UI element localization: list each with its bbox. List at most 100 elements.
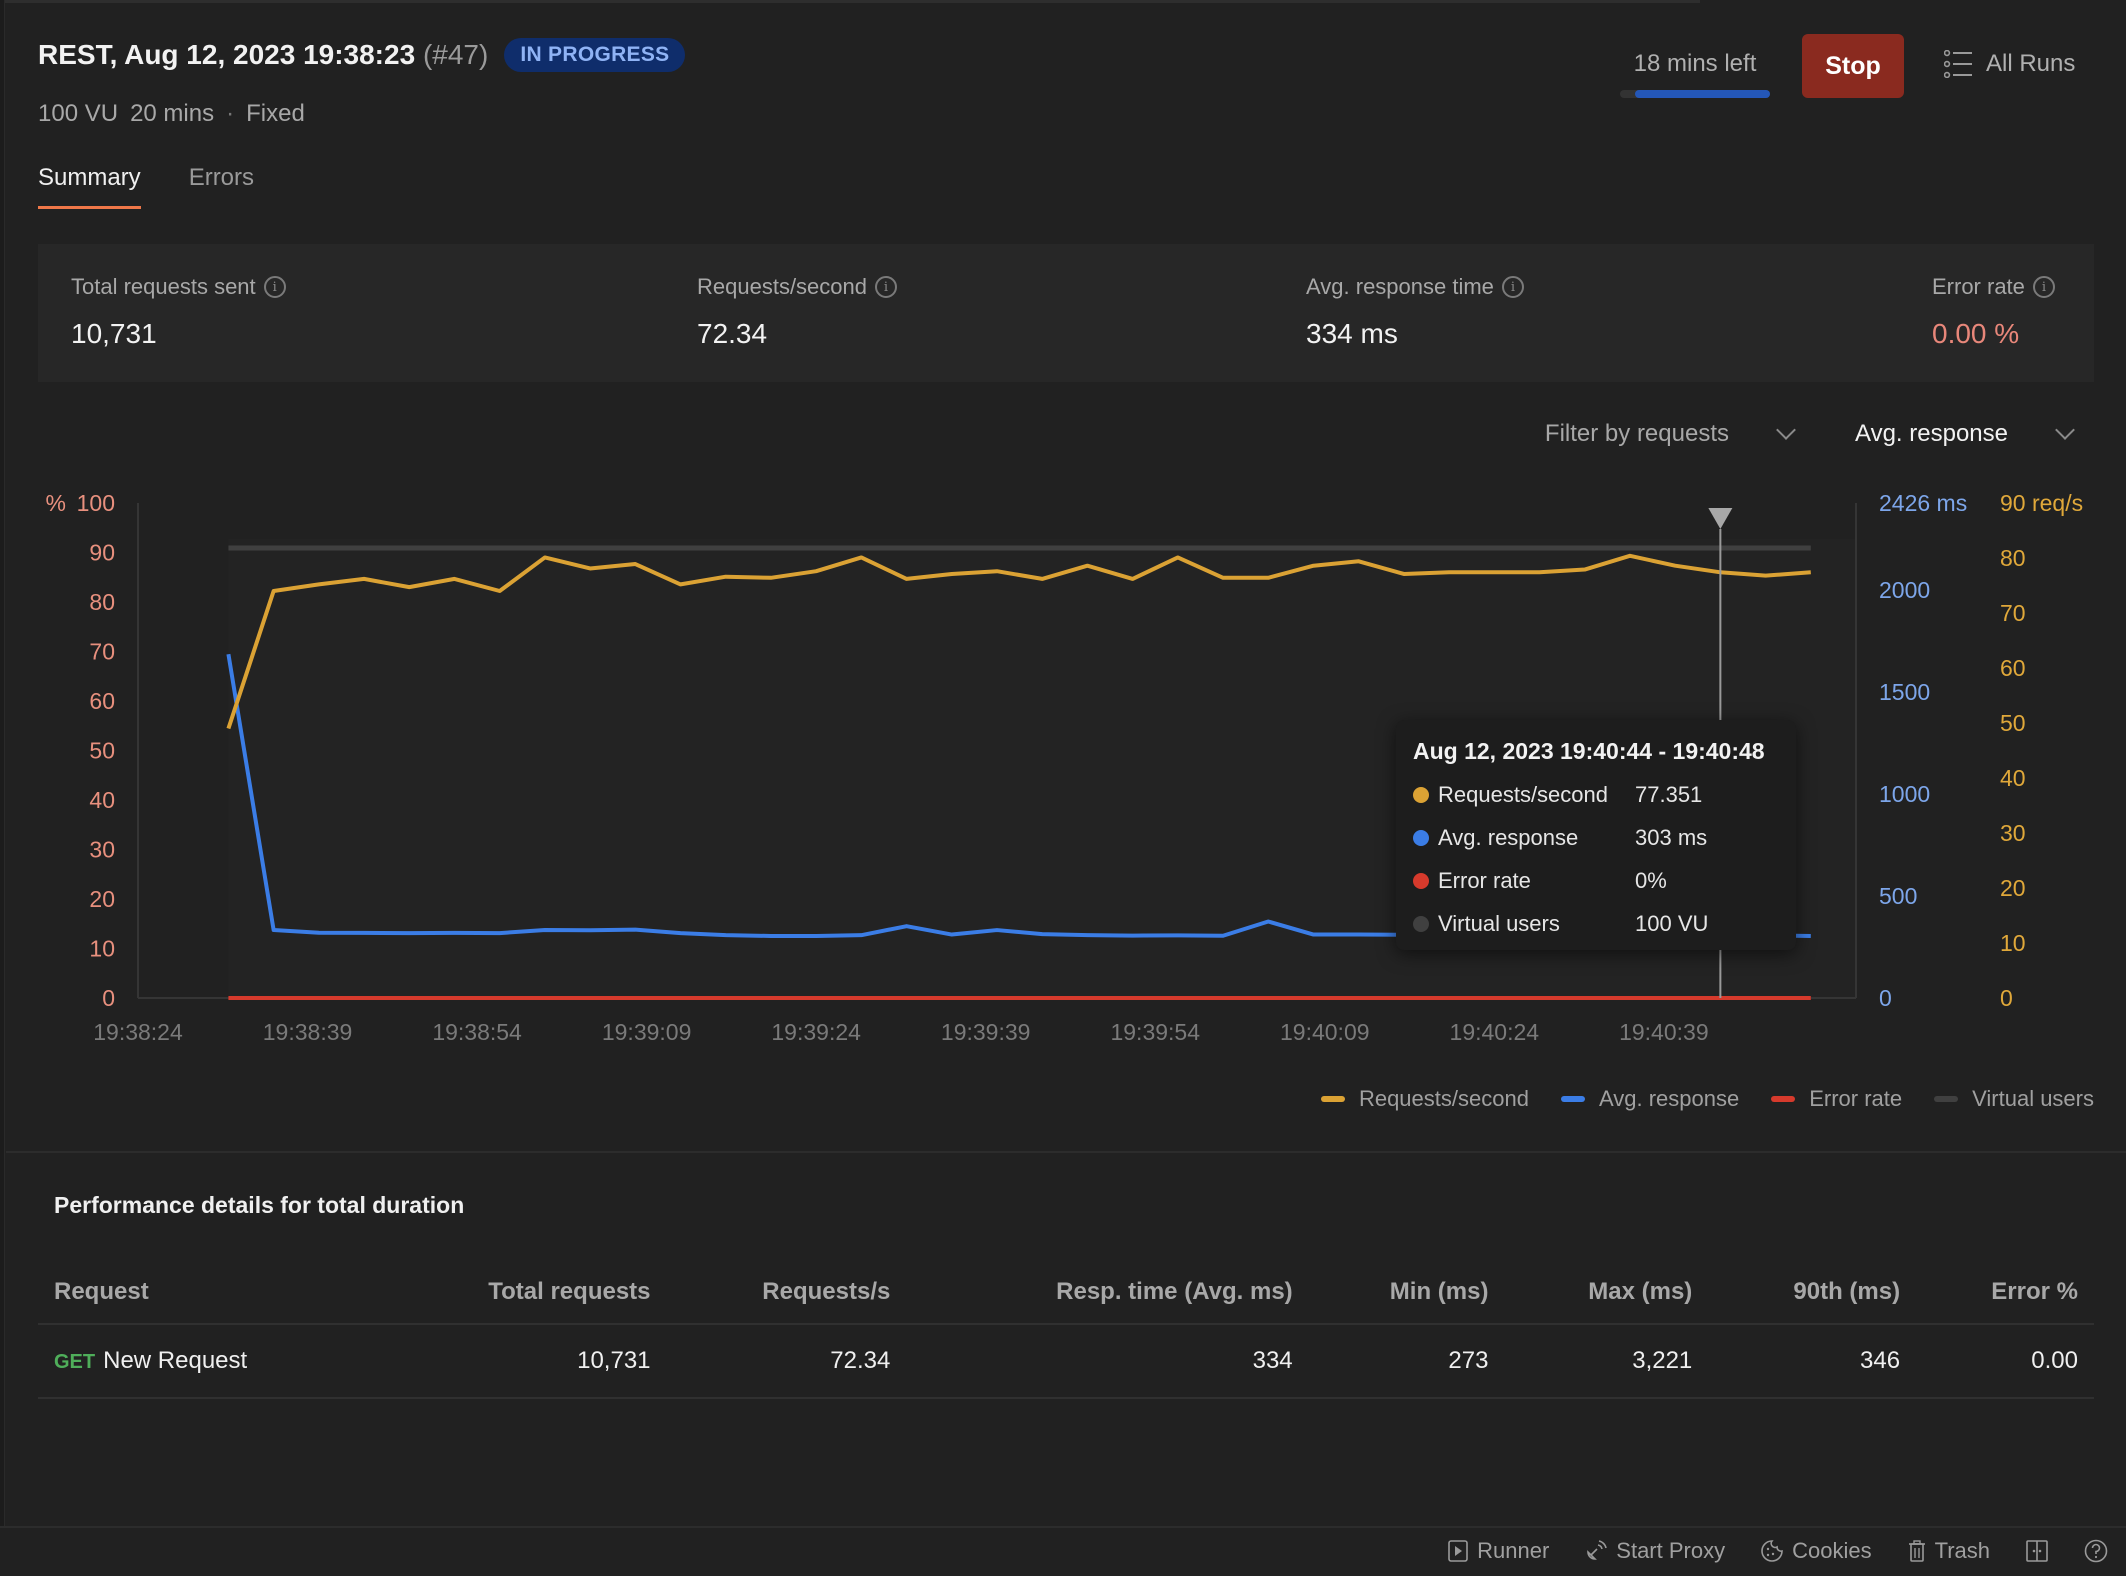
tooltip-label: Error rate — [1438, 868, 1531, 893]
http-method: GET — [54, 1351, 96, 1373]
info-icon[interactable]: i — [2032, 276, 2055, 298]
x-tick-label: 19:39:39 — [941, 1019, 1031, 1045]
info-icon[interactable]: i — [1501, 276, 1524, 298]
reqs-tick-label: 80 — [2000, 545, 2026, 571]
start-proxy-button[interactable]: Start Proxy — [1585, 1538, 1725, 1564]
x-tick-label: 19:39:24 — [771, 1019, 861, 1045]
cell-error: 0.00 — [1916, 1324, 2094, 1399]
load-profile: Fixed — [246, 100, 305, 127]
cell-avg: 334 — [906, 1324, 1309, 1399]
percent-tick-label: 60 — [89, 688, 115, 714]
x-tick-label: 19:38:39 — [263, 1019, 353, 1045]
info-icon[interactable]: i — [875, 276, 897, 298]
legend-response[interactable]: Avg. response — [1560, 1086, 1740, 1112]
stat-value: 0.00 % — [1932, 318, 2020, 349]
tooltip-label: Virtual users — [1438, 911, 1560, 936]
all-runs-label: All Runs — [1986, 50, 2076, 77]
x-tick-label: 19:40:24 — [1450, 1019, 1540, 1045]
time-left: 18 mins left — [1620, 50, 1770, 98]
col-p90: 90th (ms) — [1708, 1260, 1917, 1325]
col-max: Max (ms) — [1504, 1260, 1709, 1325]
x-tick-label: 19:38:24 — [93, 1019, 183, 1045]
cell-request: GET New Request — [38, 1324, 376, 1399]
legend-label: Error rate — [1809, 1086, 1903, 1111]
cell-max: 3,221 — [1504, 1324, 1709, 1399]
chevron-down-icon — [2055, 420, 2075, 440]
reqs-tick-label: 10 — [2000, 930, 2026, 956]
ms-tick-label: 2000 — [1879, 577, 1930, 603]
cookies-button[interactable]: Cookies — [1761, 1538, 1872, 1564]
help-icon — [2084, 1539, 2108, 1563]
tooltip-value: 303 ms — [1635, 825, 1708, 850]
stat-label: Requests/second — [697, 274, 867, 299]
cell-min: 273 — [1308, 1324, 1505, 1399]
two-pane-toggle[interactable] — [2026, 1540, 2048, 1562]
metric-dropdown[interactable]: Avg. response — [1855, 420, 2075, 448]
stat-requests-per-second: Requests/second i 72.34 — [697, 274, 897, 350]
stat-value: 72.34 — [697, 318, 768, 349]
legend-vu[interactable]: Virtual users — [1934, 1086, 2094, 1112]
percent-unit-label: % — [46, 490, 66, 516]
run-duration: 20 mins — [130, 100, 215, 127]
all-runs-button[interactable]: All Runs — [1944, 50, 2075, 78]
requests-dot-icon — [1413, 787, 1429, 803]
ms-tick-label: 500 — [1879, 883, 1917, 909]
tooltip-value: 0% — [1635, 868, 1667, 893]
stat-value: 334 ms — [1306, 318, 1398, 349]
col-error: Error % — [1916, 1260, 2094, 1325]
cell-rps: 72.34 — [666, 1324, 907, 1399]
response-dot-icon — [1413, 830, 1429, 846]
start-proxy-label: Start Proxy — [1616, 1538, 1726, 1563]
percent-tick-label: 100 — [77, 490, 115, 516]
tooltip-title: Aug 12, 2023 19:40:44 - 19:40:48 — [1413, 738, 1765, 764]
section-divider — [6, 1151, 2126, 1153]
stat-value: 10,731 — [71, 318, 157, 349]
legend-label: Avg. response — [1598, 1086, 1740, 1111]
run-progress-bar — [1620, 90, 1770, 98]
percent-tick-label: 40 — [89, 787, 115, 813]
run-title-text: REST, Aug 12, 2023 19:38:23 — [38, 39, 416, 70]
runner-button[interactable]: Runner — [1448, 1538, 1549, 1564]
col-request: Request — [38, 1260, 376, 1325]
legend-swatch — [1320, 1096, 1345, 1102]
tab-summary[interactable]: Summary — [38, 164, 141, 209]
percent-tick-label: 10 — [89, 936, 115, 962]
info-icon[interactable]: i — [263, 276, 286, 298]
stop-button[interactable]: Stop — [1802, 34, 1904, 98]
run-header: REST, Aug 12, 2023 19:38:23 (#47) IN PRO… — [38, 38, 686, 72]
metric-label: Avg. response — [1855, 420, 2008, 447]
x-tick-label: 19:39:09 — [602, 1019, 692, 1045]
filter-requests-dropdown[interactable]: Filter by requests — [1545, 420, 1796, 448]
run-title: REST, Aug 12, 2023 19:38:23 (#47) — [38, 39, 488, 71]
table-row[interactable]: GET New Request 10,731 72.34 334 273 3,22… — [38, 1324, 2094, 1399]
col-avg-response: Resp. time (Avg. ms) — [906, 1260, 1309, 1325]
tooltip-value: 100 VU — [1635, 911, 1709, 936]
percent-tick-label: 80 — [89, 589, 115, 615]
tab-errors[interactable]: Errors — [189, 164, 254, 209]
chevron-down-icon — [1776, 420, 1796, 440]
cell-total: 10,731 — [375, 1324, 667, 1399]
legend-error[interactable]: Error rate — [1771, 1086, 1902, 1112]
trash-icon — [1908, 1540, 1925, 1562]
help-button[interactable] — [2084, 1539, 2108, 1563]
reqs-tick-label: 20 — [2000, 875, 2026, 901]
layout-icon — [2026, 1540, 2048, 1562]
vu-dot-icon — [1413, 916, 1429, 932]
legend-swatch — [1771, 1096, 1796, 1102]
x-tick-label: 19:40:09 — [1280, 1019, 1370, 1045]
chart-filters: Filter by requests Avg. response — [1545, 420, 2075, 448]
reqs-tick-label: 60 — [2000, 655, 2026, 681]
percent-tick-label: 90 — [89, 540, 115, 566]
legend-requests[interactable]: Requests/second — [1320, 1086, 1529, 1112]
trash-label: Trash — [1934, 1538, 1990, 1563]
percent-tick-label: 0 — [102, 985, 115, 1011]
legend-label: Requests/second — [1358, 1086, 1529, 1111]
status-badge: IN PROGRESS — [504, 38, 686, 72]
runner-label: Runner — [1477, 1538, 1550, 1563]
trash-button[interactable]: Trash — [1908, 1538, 1990, 1564]
legend-label: Virtual users — [1972, 1086, 2094, 1111]
summary-stats: Total requests sent i 10,731 Requests/sec… — [38, 244, 2094, 382]
separator: · — [226, 100, 235, 127]
performance-chart[interactable]: 0102030405060708090100%05001000150020002… — [0, 470, 2126, 1050]
tooltip-row-error: Error rate 0% — [1413, 868, 1796, 894]
